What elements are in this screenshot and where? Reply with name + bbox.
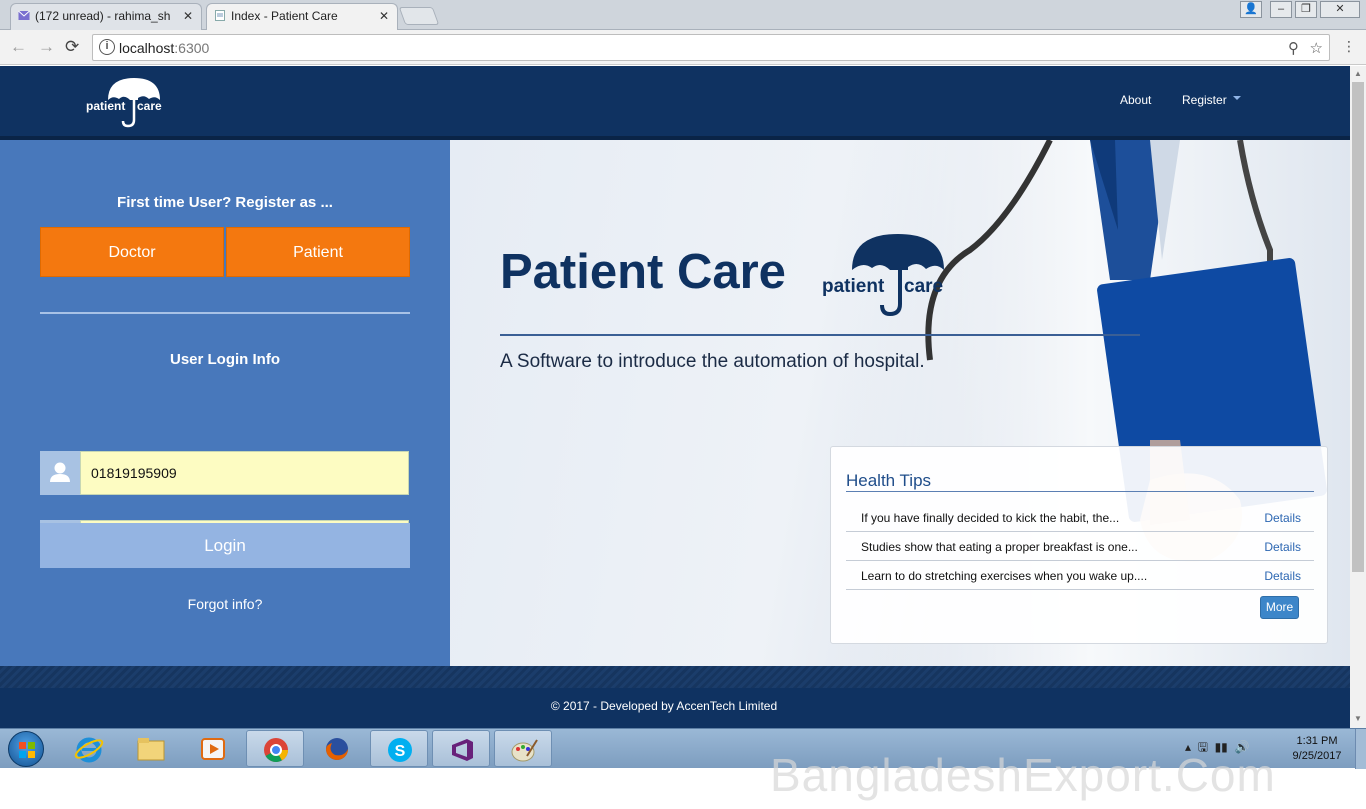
login-title: User Login Info	[170, 351, 280, 368]
url-text: localhost:6300	[119, 40, 210, 56]
paint-icon	[511, 739, 538, 762]
folder-icon	[137, 738, 165, 761]
media-player-icon	[201, 738, 225, 760]
clock-date: 9/25/2017	[1292, 750, 1342, 762]
firefox-icon	[326, 738, 348, 760]
username-input[interactable]	[80, 451, 409, 495]
caret-down-icon	[1232, 95, 1241, 100]
chrome-icon	[264, 738, 288, 763]
site-footer: © 2017 - Developed by AccenTech Limited	[0, 688, 1350, 728]
hero-title: Patient Care	[500, 245, 786, 299]
login-panel: First time User? Register as ... Doctor …	[0, 140, 450, 666]
scrollbar-thumb[interactable]	[1352, 82, 1364, 572]
pin-icon[interactable]: ⚲	[1288, 39, 1299, 57]
scroll-down-icon[interactable]: ▼	[1354, 714, 1362, 723]
close-window-button[interactable]: ✕	[1320, 1, 1360, 18]
browser-toolbar: ← → ⟳ i localhost:6300 ⚲ ☆ ⋮	[0, 30, 1366, 65]
close-icon[interactable]: ✕	[379, 4, 389, 28]
show-desktop-button[interactable]	[1355, 729, 1366, 769]
hero-divider	[500, 334, 1140, 336]
register-doctor-button[interactable]: Doctor	[40, 227, 224, 277]
nav-register-label: Register	[1182, 93, 1227, 107]
taskbar-media[interactable]	[184, 730, 242, 767]
tip-details-link[interactable]: Details	[1264, 511, 1301, 525]
close-icon[interactable]: ✕	[183, 4, 193, 28]
svg-text:patient: patient	[822, 276, 885, 297]
health-tips-divider	[846, 491, 1314, 492]
list-item: If you have finally decided to kick the …	[846, 503, 1314, 532]
watermark-text: BangladeshExport.Com	[770, 749, 1276, 801]
menu-icon[interactable]: ⋮	[1342, 38, 1356, 55]
footer-copyright: © 2017 - Developed by AccenTech Limited	[550, 699, 778, 713]
svg-text:care: care	[137, 99, 162, 113]
page-scrollbar[interactable]: ▲ ▼	[1350, 66, 1366, 728]
visual-studio-icon	[452, 739, 473, 761]
health-tips-title: Health Tips	[846, 471, 932, 490]
site-header: patient care About Register	[0, 66, 1350, 140]
tip-text: Studies show that eating a proper breakf…	[861, 540, 1138, 554]
scroll-up-icon[interactable]: ▲	[1354, 69, 1362, 78]
taskbar-ie[interactable]	[60, 730, 118, 767]
tab-label: (172 unread) - rahima_sh	[35, 9, 171, 23]
panel-divider	[40, 312, 410, 314]
svg-text:patient: patient	[86, 99, 125, 113]
taskbar-explorer[interactable]	[122, 730, 180, 767]
hero-subtitle: A Software to introduce the automation o…	[500, 351, 925, 372]
internet-explorer-icon	[74, 737, 104, 763]
taskbar-visual-studio[interactable]	[432, 730, 490, 767]
star-icon[interactable]: ☆	[1310, 39, 1323, 57]
tip-text: If you have finally decided to kick the …	[861, 511, 1120, 525]
footer-stripe	[0, 666, 1350, 688]
taskbar-chrome[interactable]	[246, 730, 304, 767]
nav-register-dropdown[interactable]: Register	[1182, 93, 1241, 107]
patient-care-logo[interactable]: patient care	[86, 76, 166, 128]
taskbar-paint[interactable]	[494, 730, 552, 767]
browser-tabstrip: (172 unread) - rahima_sh ✕ Index - Patie…	[0, 0, 1366, 30]
forward-icon[interactable]: →	[38, 37, 55, 57]
tip-details-link[interactable]: Details	[1264, 540, 1301, 554]
health-tips-panel: Health Tips If you have finally decided …	[830, 446, 1328, 644]
taskbar-clock[interactable]: 1:31 PM 9/25/2017	[1282, 734, 1352, 764]
svg-text:S: S	[395, 743, 406, 760]
list-item: Learn to do stretching exercises when yo…	[846, 561, 1314, 590]
forgot-info-link[interactable]: Forgot info?	[0, 596, 450, 612]
tip-text: Learn to do stretching exercises when yo…	[861, 569, 1148, 583]
clock-time: 1:31 PM	[1296, 735, 1338, 747]
address-bar[interactable]: i localhost:6300 ⚲ ☆	[92, 34, 1330, 61]
register-title: First time User? Register as ...	[117, 194, 333, 211]
tip-details-link[interactable]: Details	[1264, 569, 1301, 583]
mail-icon	[18, 10, 30, 20]
login-button[interactable]: Login	[40, 523, 410, 568]
nav-about-link[interactable]: About	[1120, 93, 1151, 107]
new-tab-button[interactable]	[398, 7, 440, 25]
browser-tab-active[interactable]: Index - Patient Care ✕	[206, 3, 398, 30]
taskbar-skype[interactable]: S	[370, 730, 428, 767]
taskbar-firefox[interactable]	[308, 730, 366, 767]
back-icon[interactable]: ←	[10, 37, 27, 57]
reload-icon[interactable]: ⟳	[65, 37, 79, 57]
skype-icon: S	[388, 738, 412, 762]
user-profile-button[interactable]: 👤	[1240, 1, 1262, 18]
info-icon[interactable]: i	[99, 39, 115, 55]
page-icon	[215, 10, 225, 21]
svg-text:care: care	[904, 276, 943, 297]
page-viewport: patient care About Register First time U…	[0, 66, 1350, 728]
minimize-button[interactable]: –	[1270, 1, 1292, 18]
browser-tab-mail[interactable]: (172 unread) - rahima_sh ✕	[10, 3, 202, 30]
windows-logo-icon	[19, 742, 35, 758]
register-patient-button[interactable]: Patient	[226, 227, 410, 277]
restore-button[interactable]: ❐	[1295, 1, 1317, 18]
tab-label: Index - Patient Care	[231, 9, 338, 23]
user-icon	[40, 451, 80, 495]
list-item: Studies show that eating a proper breakf…	[846, 532, 1314, 561]
username-row	[40, 451, 410, 495]
start-button[interactable]	[8, 731, 44, 767]
patient-care-logo-large: patient care	[822, 234, 944, 317]
more-tips-button[interactable]: More	[1260, 596, 1299, 619]
hero-banner: Patient Care patient care A Software to …	[450, 140, 1350, 666]
